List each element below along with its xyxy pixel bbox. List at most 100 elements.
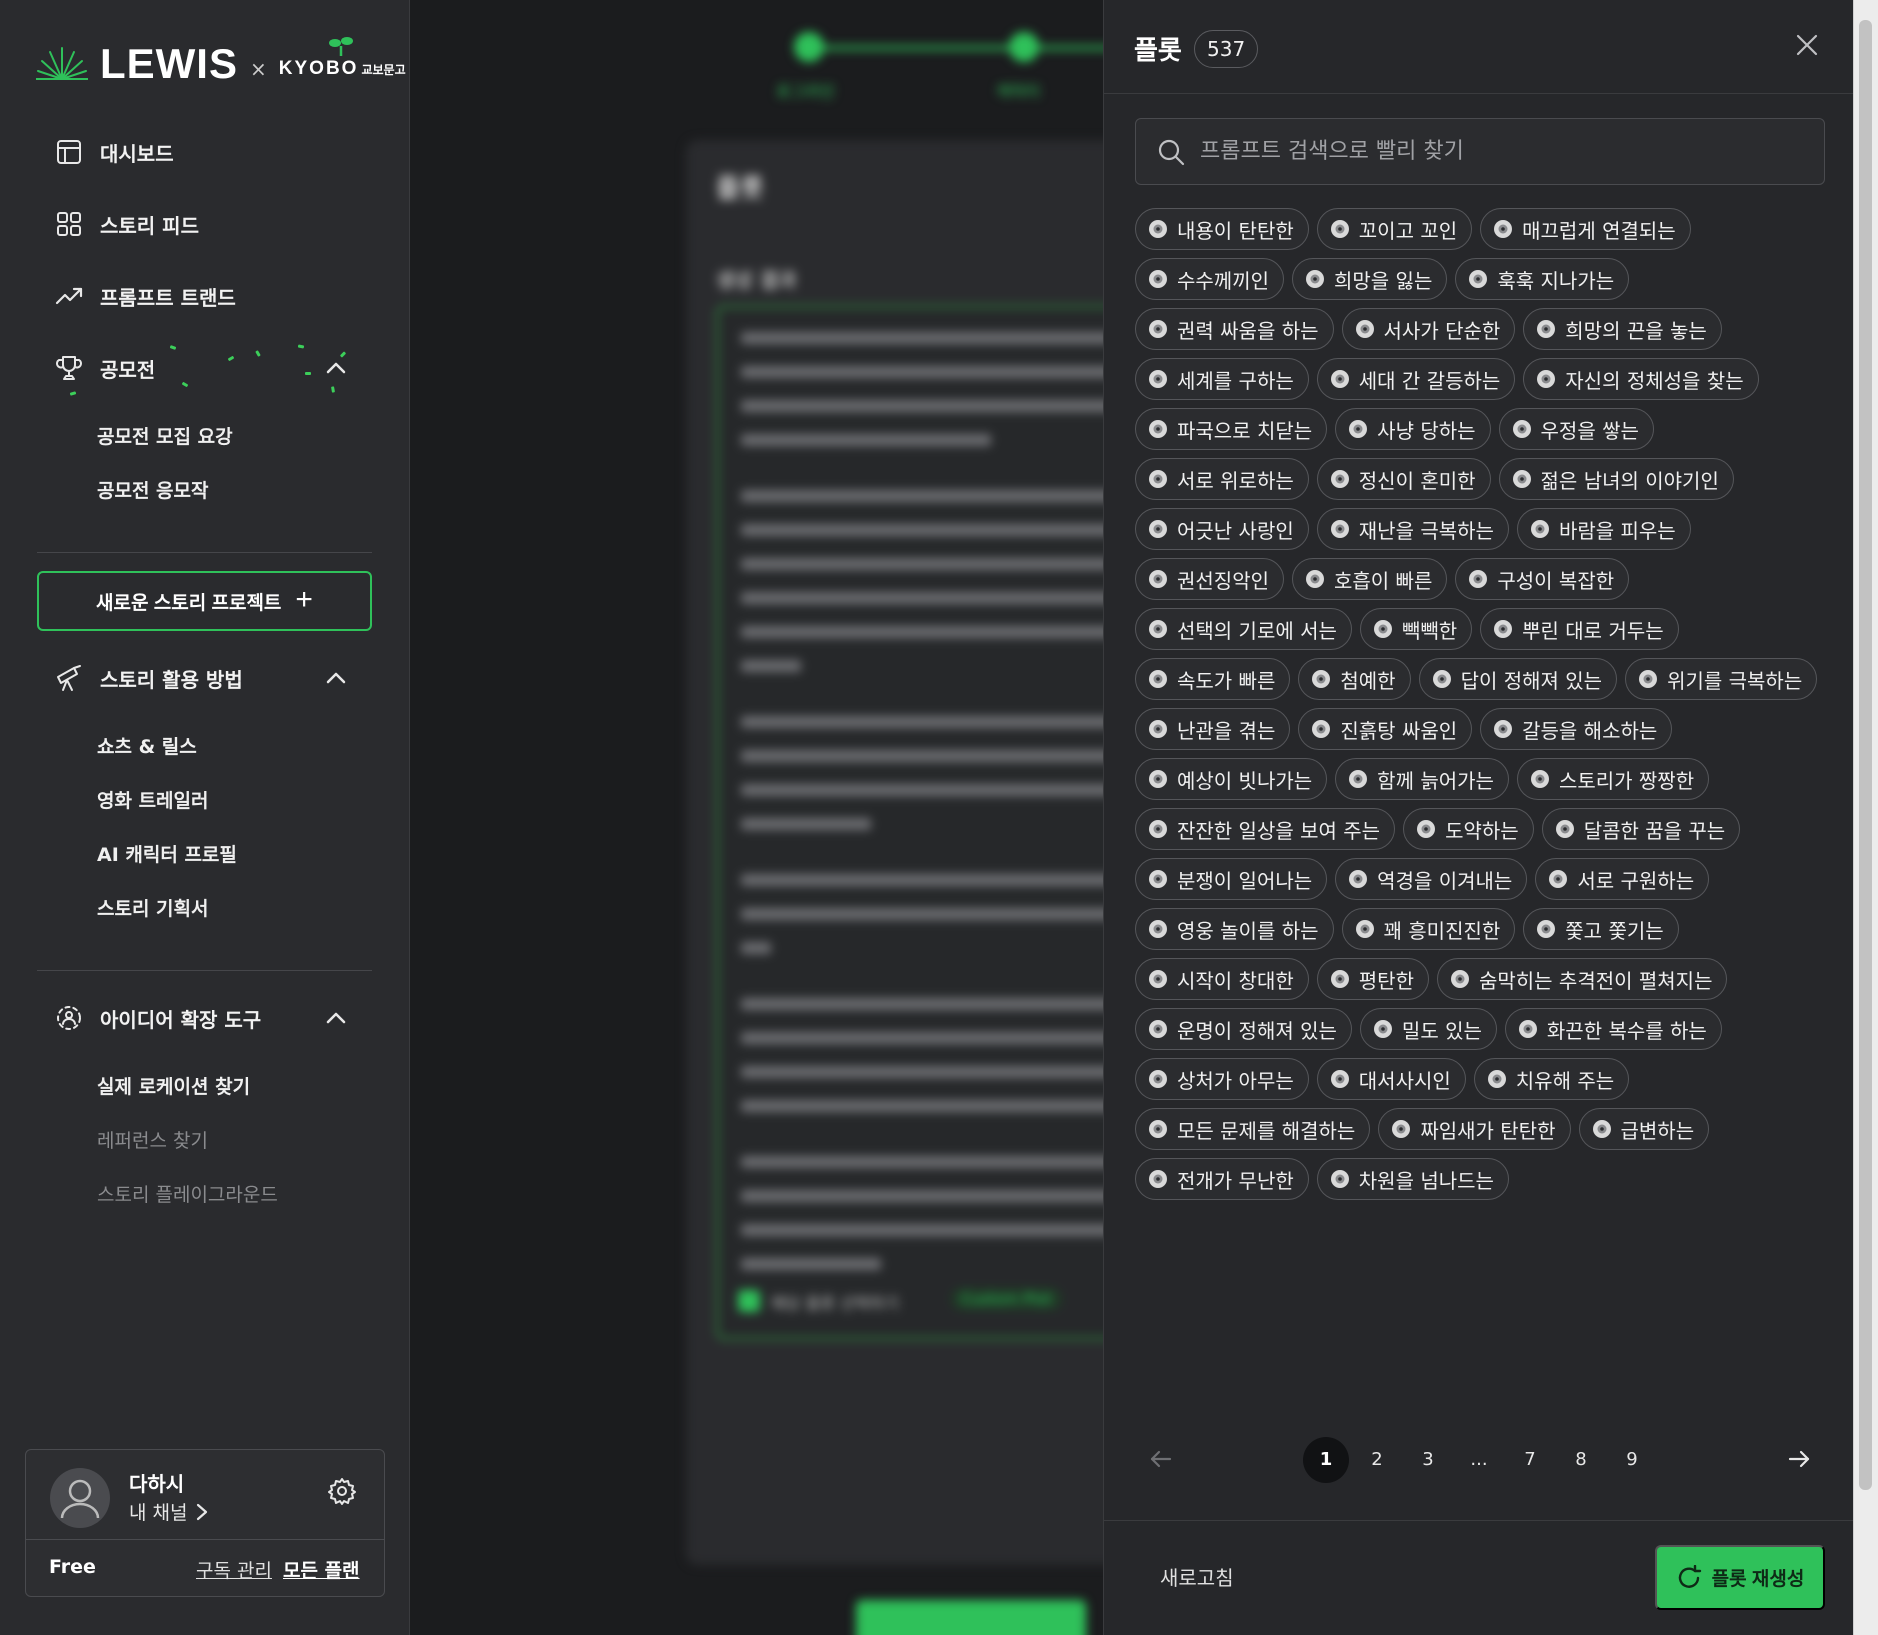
nav-story-usage[interactable]: 스토리 활용 방법 [54, 658, 243, 698]
close-icon[interactable] [1792, 30, 1822, 60]
plot-chip[interactable]: 어긋난 사랑인 [1135, 508, 1309, 550]
plot-chip[interactable]: 역경을 이겨내는 [1335, 858, 1528, 900]
gear-icon[interactable] [327, 1476, 357, 1506]
plot-chip[interactable]: 서로 위로하는 [1135, 458, 1309, 500]
refresh-button[interactable]: 새로고침 [1160, 1562, 1234, 1591]
plot-chip[interactable]: 평탄한 [1316, 958, 1429, 1000]
plot-chip[interactable]: 예상이 빗나가는 [1135, 758, 1328, 800]
usage-trailer-link[interactable]: 영화 트레일러 [97, 786, 209, 816]
chevron-up-icon[interactable] [322, 354, 350, 382]
my-channel-link[interactable]: 내 채널 [129, 1498, 209, 1525]
plot-chip[interactable]: 우정을 쌓는 [1498, 408, 1654, 450]
prompt-search-box[interactable] [1135, 118, 1825, 185]
plot-chip[interactable]: 영웅 놀이를 하는 [1135, 908, 1334, 950]
plot-chip[interactable]: 빽빽한 [1359, 608, 1473, 650]
plot-chip[interactable]: 세계를 구하는 [1135, 358, 1309, 400]
plot-chip[interactable]: 운명이 정해져 있는 [1135, 1008, 1352, 1050]
page-button-8[interactable]: 8 [1558, 1437, 1604, 1483]
plot-chip[interactable]: 스토리가 짱짱한 [1516, 758, 1710, 800]
tools-reference-link[interactable]: 레퍼런스 찾기 [97, 1126, 208, 1156]
contest-guidelines-link[interactable]: 공모전 모집 요강 [97, 422, 233, 452]
plot-chip[interactable]: 상처가 아무는 [1135, 1058, 1309, 1100]
plot-chip[interactable]: 서사가 단순한 [1341, 308, 1516, 350]
plot-chip[interactable]: 꼬이고 꼬인 [1316, 208, 1473, 250]
contest-entries-link[interactable]: 공모전 응모작 [97, 476, 209, 506]
plot-chip[interactable]: 뿌린 대로 거두는 [1480, 608, 1679, 650]
plot-chip[interactable]: 선택의 기로에 서는 [1135, 608, 1352, 650]
chevron-up-icon[interactable] [322, 1004, 350, 1032]
plot-chip[interactable]: 난관을 겪는 [1135, 708, 1291, 750]
plot-chip[interactable]: 답이 정해져 있는 [1418, 658, 1618, 700]
prompt-search-input[interactable] [1200, 139, 1800, 164]
regenerate-plot-button[interactable]: 플롯 재생성 [1655, 1545, 1825, 1610]
plot-chip[interactable]: 밀도 있는 [1359, 1008, 1497, 1050]
avatar[interactable] [50, 1468, 110, 1528]
plot-chip[interactable]: 속도가 빠른 [1135, 658, 1291, 700]
plot-chip[interactable]: 모든 문제를 해결하는 [1135, 1108, 1371, 1150]
plot-chip[interactable]: 정신이 혼미한 [1316, 458, 1491, 500]
plot-chip[interactable]: 훅훅 지나가는 [1455, 258, 1630, 300]
plot-chip[interactable]: 구성이 복잡한 [1455, 558, 1630, 600]
tools-playground-link[interactable]: 스토리 플레이그라운드 [97, 1180, 278, 1210]
plot-chip[interactable]: 세대 간 갈등하는 [1316, 358, 1516, 400]
plot-chip[interactable]: 달콤한 꿈을 꾸는 [1541, 808, 1741, 850]
plot-chip[interactable]: 서로 구원하는 [1535, 858, 1710, 900]
usage-shorts-link[interactable]: 쇼츠 & 릴스 [97, 732, 197, 762]
page-button-2[interactable]: 2 [1354, 1437, 1400, 1483]
plot-chip[interactable]: 수수께끼인 [1135, 258, 1284, 300]
plot-chip[interactable]: 첨예한 [1298, 658, 1411, 700]
plot-chip[interactable]: 도약하는 [1403, 808, 1534, 850]
plot-chip[interactable]: 치유해 주는 [1473, 1058, 1630, 1100]
arrow-left-icon[interactable] [1146, 1444, 1176, 1474]
nav-prompt-trend[interactable]: 프롬프트 트랜드 [54, 276, 236, 316]
brand-logo[interactable]: LEWIS × KYOBO 교보문고 [36, 37, 406, 88]
plot-chip[interactable]: 함께 늙어가는 [1335, 758, 1509, 800]
plot-chip[interactable]: 자신의 정체성을 찾는 [1523, 358, 1759, 400]
plot-chip[interactable]: 권선징악인 [1135, 558, 1284, 600]
chevron-up-icon[interactable] [322, 664, 350, 692]
scrollbar-thumb[interactable] [1859, 20, 1872, 1490]
plot-chip[interactable]: 파국으로 치닫는 [1135, 408, 1328, 450]
tools-location-link[interactable]: 실제 로케이션 찾기 [97, 1072, 250, 1102]
usage-character-link[interactable]: AI 캐릭터 프로필 [97, 840, 237, 870]
page-button-7[interactable]: 7 [1507, 1437, 1553, 1483]
plot-chip[interactable]: 쫓고 쫓기는 [1523, 908, 1679, 950]
plot-chip[interactable]: 재난을 극복하는 [1316, 508, 1509, 550]
plot-chip[interactable]: 진흙탕 싸움인 [1298, 708, 1473, 750]
plot-chip[interactable]: 젊은 남녀의 이야기인 [1498, 458, 1734, 500]
new-story-project-button[interactable]: 새로운 스토리 프로젝트 + [37, 571, 372, 631]
plot-chip[interactable]: 위기를 극복하는 [1625, 658, 1818, 700]
plot-chip[interactable]: 시작이 창대한 [1135, 958, 1309, 1000]
plot-chip[interactable]: 짜임새가 탄탄한 [1378, 1108, 1571, 1150]
plot-chip[interactable]: 전개가 무난한 [1135, 1158, 1309, 1200]
plot-chip[interactable]: 분쟁이 일어나는 [1135, 858, 1328, 900]
plot-chip[interactable]: 꽤 흥미진진한 [1341, 908, 1516, 950]
arrow-right-icon[interactable] [1784, 1444, 1814, 1474]
plot-chip[interactable]: 권력 싸움을 하는 [1135, 308, 1334, 350]
plot-chip[interactable]: 급변하는 [1578, 1108, 1710, 1150]
plot-chip[interactable]: 바람을 피우는 [1516, 508, 1691, 550]
plot-chip[interactable]: 호흡이 빠른 [1292, 558, 1448, 600]
plot-chip[interactable]: 차원을 넘나드는 [1316, 1158, 1509, 1200]
plot-chip[interactable]: 대서사시인 [1316, 1058, 1466, 1100]
page-button-1[interactable]: 1 [1303, 1437, 1349, 1483]
plot-chip[interactable]: 숨막히는 추격전이 펼쳐지는 [1436, 958, 1728, 1000]
plot-chip[interactable]: 매끄럽게 연결되는 [1480, 208, 1691, 250]
page-button-9[interactable]: 9 [1609, 1437, 1655, 1483]
nav-story-feed[interactable]: 스토리 피드 [54, 204, 199, 244]
nav-dashboard[interactable]: 대시보드 [54, 132, 174, 172]
subscription-manage-link[interactable]: 구독 관리 [196, 1556, 272, 1583]
nav-contest[interactable]: 공모전 [54, 348, 155, 388]
plot-chip[interactable]: 갈등을 해소하는 [1480, 708, 1673, 750]
plot-chip[interactable]: 잔잔한 일상을 보여 주는 [1135, 808, 1396, 850]
usage-planning-link[interactable]: 스토리 기획서 [97, 894, 209, 924]
plot-chip[interactable]: 화끈한 복수를 하는 [1504, 1008, 1722, 1050]
nav-idea-tools[interactable]: 아이디어 확장 도구 [54, 998, 261, 1038]
page-button-3[interactable]: 3 [1405, 1437, 1451, 1483]
plot-chip[interactable]: 희망의 끈을 놓는 [1523, 308, 1722, 350]
plot-chip[interactable]: 사냥 당하는 [1335, 408, 1491, 450]
plot-chip[interactable]: 내용이 탄탄한 [1135, 208, 1309, 250]
window-scrollbar[interactable] [1853, 0, 1878, 1635]
plot-chip[interactable]: 희망을 잃는 [1292, 258, 1448, 300]
all-plans-link[interactable]: 모든 플랜 [283, 1556, 360, 1583]
